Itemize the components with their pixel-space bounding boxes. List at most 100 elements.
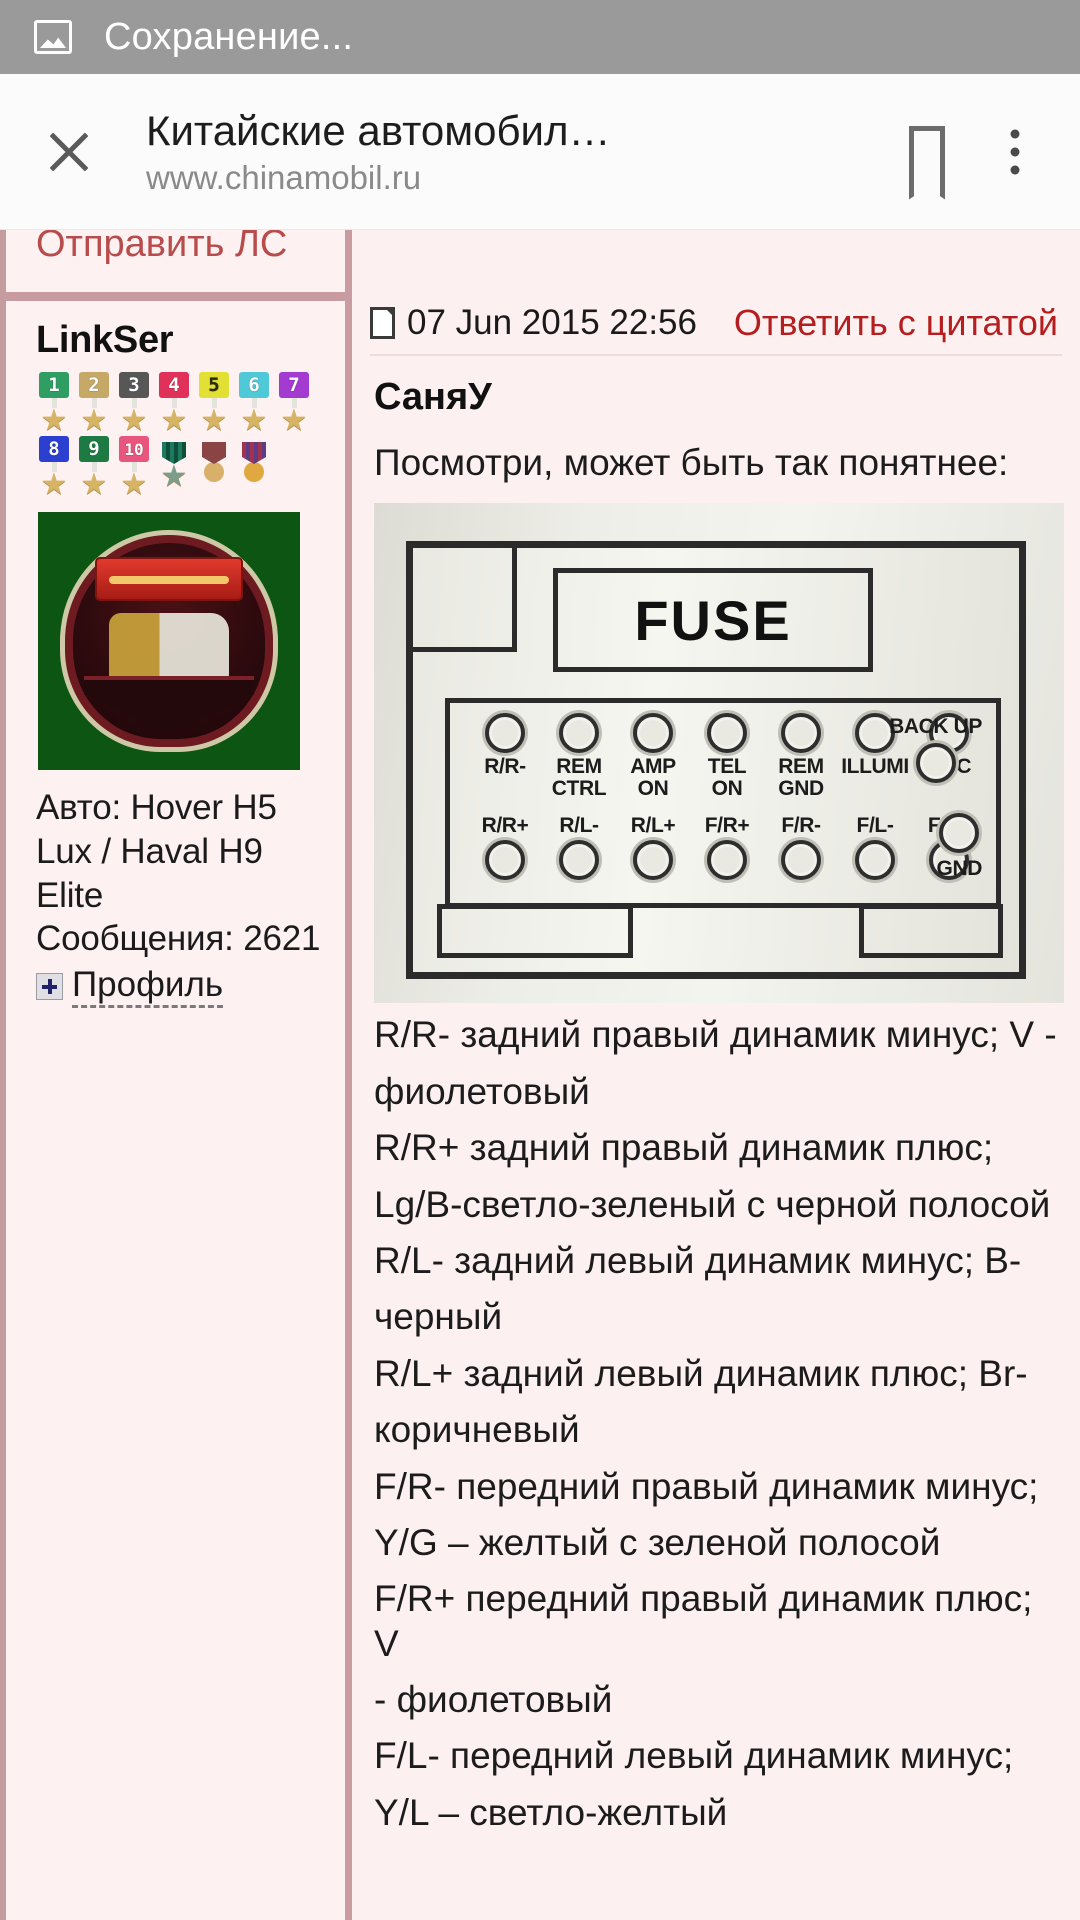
webpage-viewport[interactable]: Отправить ЛС LinkSer 1 ★ 2 ★ 3 ★ 4 ★ 5 ★…	[0, 230, 1080, 1920]
toolbar-title-block[interactable]: Китайские автомобил… www.chinamobil.ru	[146, 107, 878, 196]
fuse-label-box: FUSE	[553, 568, 873, 673]
connector-foot-left	[437, 904, 633, 959]
pin-hole	[939, 813, 980, 854]
badge-item: 7 ★	[276, 372, 312, 436]
pin-hole	[781, 713, 821, 754]
divider	[6, 292, 345, 301]
bookmark-button[interactable]	[888, 109, 966, 195]
reply-with-quote-link[interactable]: Ответить с цитатой	[734, 302, 1058, 344]
pin-row-bottom: R/R+ R/L- R/L+ F/R+ F/R- F/L-	[468, 814, 986, 880]
pin-rl-minus: R/L-	[542, 815, 616, 880]
medal-icon	[240, 436, 268, 464]
pin-label: F/R+	[704, 814, 750, 838]
author-car-line-3: Elite	[36, 875, 104, 915]
pin-label: BACK UP	[889, 715, 982, 739]
pin-hole	[559, 713, 599, 754]
badge-star-icon: ★	[80, 468, 108, 501]
pin-fl-minus: F/L-	[838, 814, 912, 880]
overflow-menu-button[interactable]	[976, 109, 1054, 195]
badge-star-icon: ★	[120, 404, 148, 437]
wiring-line: Y/L – светло-желтый	[374, 1791, 728, 1833]
pin-hole	[633, 839, 673, 880]
pin-hole	[633, 713, 673, 754]
profile-link[interactable]: Профиль	[36, 965, 321, 1009]
badge-star-icon: ★	[80, 404, 108, 437]
post-top-spacer	[352, 230, 1080, 292]
badge-chip: 8	[39, 436, 69, 462]
pin-rem-gnd: REM GND	[764, 713, 838, 799]
post-content-column: 07 Jun 2015 22:56 Ответить с цитатой Сан…	[345, 230, 1080, 1920]
badge-chip: 2	[79, 372, 109, 398]
badge-star-icon: ★	[120, 468, 148, 501]
forum-post-container: Отправить ЛС LinkSer 1 ★ 2 ★ 3 ★ 4 ★ 5 ★…	[0, 230, 1080, 1920]
pin-label: R/R+	[481, 814, 529, 838]
badge-item	[196, 436, 232, 498]
pin-rl-plus: R/L+	[616, 815, 690, 880]
pin-hole	[707, 839, 747, 880]
badge-chip: 3	[119, 372, 149, 398]
wiring-line: коричневый	[374, 1409, 580, 1451]
badge-item: 4 ★	[156, 372, 192, 436]
pin-label: REM CTRL	[551, 755, 607, 800]
connector-foot-right	[859, 904, 1003, 959]
pin-back-up: BACK UP	[889, 715, 982, 784]
connector-diagram-image[interactable]: FUSE R/R- REM CTRL AMP ON TEL ON REM GND…	[374, 503, 1064, 1004]
pin-hole	[915, 743, 956, 784]
post-author-column: Отправить ЛС LinkSer 1 ★ 2 ★ 3 ★ 4 ★ 5 ★…	[0, 230, 345, 1920]
pin-rem-ctrl: REM CTRL	[542, 713, 616, 799]
connector-left-cell	[413, 548, 517, 653]
post-intro-text: Посмотри, может быть так понятнее:	[374, 442, 1009, 483]
author-username[interactable]: LinkSer	[36, 319, 321, 362]
wiring-line: Y/G – желтый с зеленой полосой	[374, 1521, 941, 1563]
badge-chip: 4	[159, 372, 189, 398]
bookmark-icon	[909, 125, 945, 178]
badge-row-2: 8 ★ 9 ★ 10 ★ ★	[36, 436, 321, 501]
badge-item: 5 ★	[196, 372, 232, 436]
android-status-bar: Сохранение...	[0, 0, 1080, 74]
badge-chip: 10	[119, 436, 149, 462]
avatar	[38, 512, 300, 770]
post-body: СаняУ Посмотри, может быть так понятнее:…	[352, 356, 1080, 1835]
pin-label: TEL ON	[707, 755, 747, 800]
badge-chip: 6	[239, 372, 269, 398]
badge-row-1: 1 ★ 2 ★ 3 ★ 4 ★ 5 ★ 6 ★ 7 ★	[36, 372, 321, 437]
pin-amp-on: AMP ON	[616, 713, 690, 799]
badge-item	[236, 436, 272, 498]
wiring-line: R/L+ задний левый динамик плюс; Br-	[374, 1352, 1028, 1394]
fuse-label: FUSE	[634, 588, 792, 652]
badge-item: 6 ★	[236, 372, 272, 436]
profile-link-label: Профиль	[72, 965, 224, 1009]
pin-hole	[781, 839, 821, 880]
badge-item: 1 ★	[36, 372, 72, 437]
wiring-line: фиолетовый	[374, 1070, 590, 1112]
pin-hole	[707, 713, 747, 754]
badge-star-icon: ★	[160, 460, 188, 493]
page-url: www.chinamobil.ru	[146, 159, 422, 196]
emblem-crown	[95, 557, 243, 602]
badge-chip: 9	[79, 436, 109, 462]
pin-fr-plus: F/R+	[690, 814, 764, 880]
image-icon	[34, 20, 72, 54]
wiring-line: R/R- задний правый динамик минус; V -	[374, 1014, 1057, 1056]
wiring-line: F/R- передний правый динамик минус;	[374, 1465, 1039, 1507]
cut-off-link[interactable]: Отправить ЛС	[6, 230, 345, 292]
post-date-block: 07 Jun 2015 22:56	[370, 303, 697, 343]
badge-item: 8 ★	[36, 436, 72, 500]
document-icon	[370, 307, 395, 339]
badge-star-icon: ★	[40, 404, 68, 437]
post-header: 07 Jun 2015 22:56 Ответить с цитатой	[352, 292, 1080, 352]
pin-rr-plus: R/R+	[468, 814, 542, 880]
wiring-line: R/L- задний левый динамик минус; B-	[374, 1239, 1022, 1281]
pin-label: F/L-	[856, 814, 894, 838]
badge-item: 9 ★	[76, 436, 112, 501]
author-car-line-1: Авто: Hover H5	[36, 788, 277, 827]
wiring-line: Lg/B-светло-зеленый с черной полосой	[374, 1183, 1051, 1225]
pin-tel-on: TEL ON	[690, 713, 764, 799]
pin-label: R/R-	[484, 755, 526, 779]
medal-disc-icon	[244, 462, 264, 482]
pin-hole	[855, 839, 895, 880]
plus-icon	[36, 973, 63, 1001]
pin-label: F/R-	[781, 814, 821, 838]
close-icon[interactable]	[30, 113, 108, 191]
pin-panel: R/R- REM CTRL AMP ON TEL ON REM GND ILLU…	[445, 698, 1001, 909]
